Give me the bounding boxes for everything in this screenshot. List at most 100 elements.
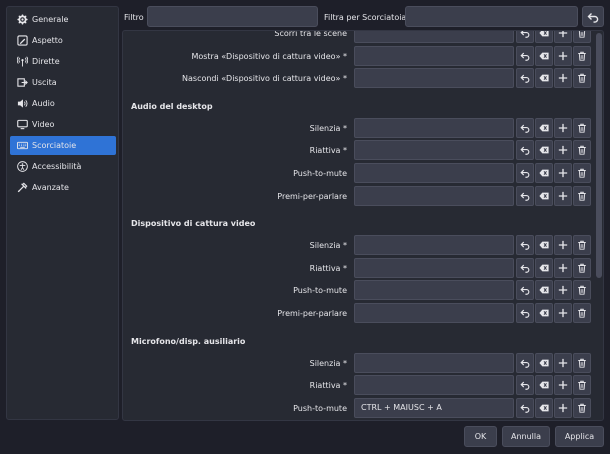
add-button[interactable] <box>554 185 572 206</box>
shortcut-filter-input[interactable] <box>405 6 578 27</box>
sidebar-item-video[interactable]: Video <box>10 115 116 134</box>
hotkeys-panel: Scorri tra le scene Mostra «Dispositivo d… <box>122 30 604 421</box>
hotkey-input[interactable] <box>354 68 514 89</box>
clear-filter-button[interactable] <box>582 6 604 27</box>
hotkey-input[interactable] <box>354 185 514 206</box>
revert-button[interactable] <box>516 117 534 138</box>
clear-button[interactable] <box>535 163 553 183</box>
clear-button[interactable] <box>535 68 553 89</box>
clear-button[interactable] <box>535 257 553 278</box>
hotkey-input[interactable] <box>354 117 514 138</box>
revert-button[interactable] <box>516 303 534 323</box>
remove-button[interactable] <box>573 352 591 373</box>
clear-button[interactable] <box>535 375 553 396</box>
apply-button[interactable]: Applica <box>555 426 604 447</box>
add-button[interactable] <box>554 45 572 66</box>
hotkey-input[interactable] <box>354 45 514 66</box>
revert-button[interactable] <box>516 420 534 421</box>
sidebar-item-avanzate[interactable]: Avanzate <box>10 178 116 197</box>
revert-button[interactable] <box>516 352 534 373</box>
add-button[interactable] <box>554 257 572 278</box>
add-button[interactable] <box>554 163 572 183</box>
clear-button[interactable] <box>535 352 553 373</box>
add-button[interactable] <box>554 235 572 256</box>
hotkey-label: Riattiva * <box>309 146 347 156</box>
filter-input[interactable] <box>147 6 318 27</box>
clear-button[interactable] <box>535 280 553 301</box>
sidebar-item-dirette[interactable]: Dirette <box>10 52 116 71</box>
hotkey-input[interactable]: CTRL + Windows + MAIUSC <box>354 420 514 421</box>
hotkey-input[interactable] <box>354 235 514 256</box>
scrollbar-thumb[interactable] <box>596 33 602 278</box>
antenna-icon <box>16 56 28 68</box>
clear-button[interactable] <box>535 420 553 421</box>
hotkey-input[interactable] <box>354 31 514 43</box>
remove-button[interactable] <box>573 117 591 138</box>
add-button[interactable] <box>554 117 572 138</box>
revert-button[interactable] <box>516 397 534 418</box>
remove-button[interactable] <box>573 140 591 161</box>
clear-button[interactable] <box>535 235 553 256</box>
hotkey-input[interactable] <box>354 257 514 278</box>
sidebar-item-accessibilita[interactable]: Accessibilità <box>10 157 116 176</box>
clear-button[interactable] <box>535 31 553 43</box>
sidebar-item-audio[interactable]: Audio <box>10 94 116 113</box>
clear-button[interactable] <box>535 303 553 323</box>
remove-button[interactable] <box>573 235 591 256</box>
clear-button[interactable] <box>535 117 553 138</box>
hotkey-input[interactable] <box>354 352 514 373</box>
remove-button[interactable] <box>573 420 591 421</box>
revert-button[interactable] <box>516 140 534 161</box>
sidebar-item-generale[interactable]: Generale <box>10 10 116 29</box>
clear-button[interactable] <box>535 140 553 161</box>
hotkey-input[interactable] <box>354 303 514 323</box>
hotkey-input[interactable] <box>354 280 514 301</box>
add-button[interactable] <box>554 31 572 43</box>
sidebar-item-aspetto[interactable]: Aspetto <box>10 31 116 50</box>
revert-button[interactable] <box>516 68 534 89</box>
clear-button[interactable] <box>535 397 553 418</box>
undo-icon <box>520 240 530 251</box>
plus-icon <box>558 380 568 390</box>
remove-button[interactable] <box>573 280 591 301</box>
remove-button[interactable] <box>573 185 591 206</box>
undo-icon <box>520 145 530 156</box>
plus-icon <box>558 240 568 250</box>
hotkey-input[interactable]: CTRL + MAIUSC + A <box>354 397 514 418</box>
revert-button[interactable] <box>516 185 534 206</box>
clear-button[interactable] <box>535 45 553 66</box>
revert-button[interactable] <box>516 163 534 183</box>
revert-button[interactable] <box>516 280 534 301</box>
sidebar-item-uscita[interactable]: Uscita <box>10 73 116 92</box>
scrollbar[interactable] <box>595 31 603 420</box>
revert-button[interactable] <box>516 235 534 256</box>
remove-button[interactable] <box>573 375 591 396</box>
remove-button[interactable] <box>573 68 591 89</box>
revert-button[interactable] <box>516 45 534 66</box>
revert-button[interactable] <box>516 31 534 43</box>
hotkey-input[interactable] <box>354 140 514 161</box>
add-button[interactable] <box>554 68 572 89</box>
clear-button[interactable] <box>535 185 553 206</box>
remove-button[interactable] <box>573 397 591 418</box>
remove-button[interactable] <box>573 45 591 66</box>
remove-button[interactable] <box>573 303 591 323</box>
sidebar-item-scorciatoie[interactable]: Scorciatoie <box>10 136 116 155</box>
ok-button[interactable]: OK <box>464 426 497 447</box>
gear-icon <box>16 14 28 26</box>
add-button[interactable] <box>554 352 572 373</box>
remove-button[interactable] <box>573 31 591 43</box>
revert-button[interactable] <box>516 375 534 396</box>
remove-button[interactable] <box>573 163 591 183</box>
add-button[interactable] <box>554 303 572 323</box>
hotkey-input[interactable] <box>354 163 514 183</box>
cancel-button[interactable]: Annulla <box>502 426 550 447</box>
remove-button[interactable] <box>573 257 591 278</box>
add-button[interactable] <box>554 280 572 301</box>
add-button[interactable] <box>554 397 572 418</box>
add-button[interactable] <box>554 140 572 161</box>
revert-button[interactable] <box>516 257 534 278</box>
add-button[interactable] <box>554 420 572 421</box>
hotkey-input[interactable] <box>354 375 514 396</box>
add-button[interactable] <box>554 375 572 396</box>
